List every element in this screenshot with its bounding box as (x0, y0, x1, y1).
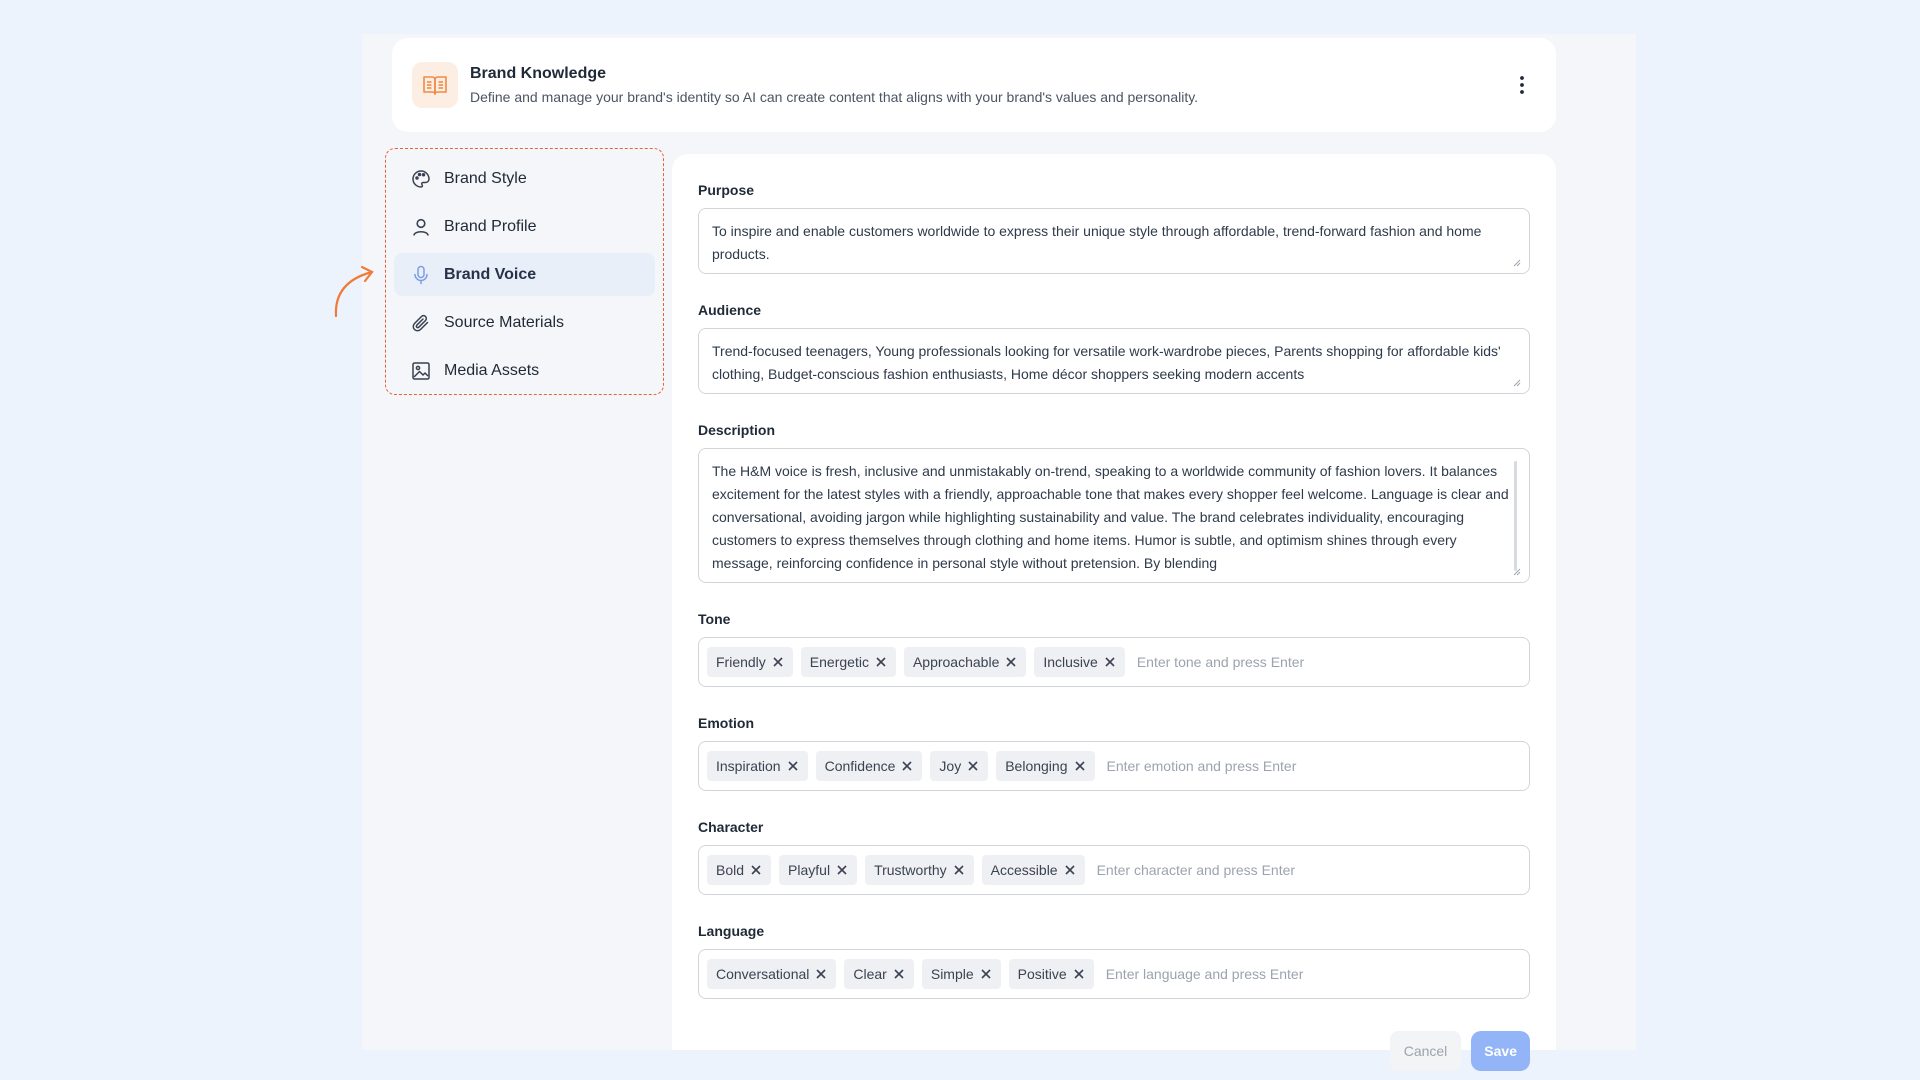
emotion-tag-field[interactable]: Inspiration Confidence Joy Belonging (698, 741, 1530, 791)
close-icon[interactable] (787, 760, 799, 772)
character-tag-field[interactable]: Bold Playful Trustworthy Accessible (698, 845, 1530, 895)
tag-label: Conversational (716, 966, 810, 982)
tag-label: Inclusive (1043, 654, 1098, 670)
tag-label: Belonging (1005, 758, 1068, 774)
microphone-icon (410, 264, 432, 286)
tag-chip: Positive (1008, 959, 1094, 989)
sidebar: Brand Style Brand Profile Brand Voice So… (385, 148, 664, 395)
tag-chip: Energetic (800, 647, 896, 677)
description-value: The H&M voice is fresh, inclusive and un… (712, 463, 1509, 571)
tag-label: Simple (930, 966, 974, 982)
character-input[interactable] (1096, 862, 1521, 878)
close-icon[interactable] (750, 864, 762, 876)
tone-input[interactable] (1136, 654, 1521, 670)
tag-chip: Bold (707, 855, 772, 885)
close-icon[interactable] (875, 656, 887, 668)
brand-voice-form: Purpose To inspire and enable customers … (672, 154, 1556, 1071)
tone-label: Tone (698, 611, 731, 627)
sidebar-item-source-materials[interactable]: Source Materials (394, 301, 655, 344)
sidebar-item-label: Brand Style (444, 169, 527, 187)
sidebar-item-label: Media Assets (444, 361, 540, 379)
resize-handle-icon[interactable] (1513, 568, 1521, 576)
tag-chip: Playful (779, 855, 858, 885)
palette-icon (410, 168, 432, 190)
user-icon (410, 216, 432, 238)
close-icon[interactable] (1074, 760, 1086, 772)
tag-chip: Inspiration (707, 751, 808, 781)
language-input[interactable] (1105, 966, 1521, 982)
sidebar-item-media-assets[interactable]: Media Assets (394, 349, 655, 392)
sidebar-item-label: Brand Voice (444, 265, 537, 283)
close-icon[interactable] (967, 760, 979, 772)
more-options-icon[interactable] (1508, 71, 1536, 99)
close-icon[interactable] (901, 760, 913, 772)
close-icon[interactable] (893, 968, 905, 980)
annotation-arrow-icon (334, 265, 374, 318)
tag-chip: Inclusive (1034, 647, 1125, 677)
close-icon[interactable] (1005, 656, 1017, 668)
tag-chip: Friendly (707, 647, 793, 677)
language-tag-field[interactable]: Conversational Clear Simple Positive (698, 949, 1530, 999)
tag-label: Positive (1017, 966, 1067, 982)
character-label: Character (698, 819, 764, 835)
tag-chip: Joy (930, 751, 989, 781)
tag-label: Inspiration (716, 758, 781, 774)
close-icon[interactable] (1064, 864, 1076, 876)
sidebar-item-brand-profile[interactable]: Brand Profile (394, 205, 655, 248)
audience-value: Trend-focused teenagers, Young professio… (712, 343, 1501, 382)
tag-chip: Clear (844, 959, 914, 989)
tag-label: Friendly (716, 654, 766, 670)
close-icon[interactable] (980, 968, 992, 980)
purpose-value: To inspire and enable customers worldwid… (712, 223, 1482, 262)
tag-label: Clear (853, 966, 887, 982)
audience-textarea[interactable]: Trend-focused teenagers, Young professio… (698, 328, 1530, 394)
resize-handle-icon[interactable] (1513, 379, 1521, 387)
tag-label: Energetic (809, 654, 869, 670)
tag-chip: Confidence (815, 751, 923, 781)
tag-chip: Conversational (707, 959, 837, 989)
tag-chip: Approachable (903, 647, 1027, 677)
tag-label: Accessible (990, 862, 1058, 878)
book-icon (412, 62, 458, 108)
tag-chip: Simple (921, 959, 1001, 989)
sidebar-item-brand-voice[interactable]: Brand Voice (394, 253, 655, 296)
emotion-input[interactable] (1106, 758, 1521, 774)
close-icon[interactable] (772, 656, 784, 668)
description-textarea[interactable]: The H&M voice is fresh, inclusive and un… (698, 448, 1530, 583)
close-icon[interactable] (1073, 968, 1085, 980)
close-icon[interactable] (953, 864, 965, 876)
close-icon[interactable] (815, 968, 827, 980)
save-button[interactable]: Save (1471, 1031, 1530, 1071)
tag-chip: Trustworthy (865, 855, 974, 885)
tag-label: Trustworthy (874, 862, 947, 878)
close-icon[interactable] (836, 864, 848, 876)
description-scrollbar[interactable] (1514, 461, 1517, 571)
paperclip-icon (410, 312, 432, 334)
sidebar-item-label: Source Materials (444, 313, 565, 331)
purpose-label: Purpose (698, 182, 755, 198)
tag-label: Confidence (824, 758, 896, 774)
purpose-textarea[interactable]: To inspire and enable customers worldwid… (698, 208, 1530, 274)
tag-label: Playful (788, 862, 831, 878)
language-label: Language (698, 923, 765, 939)
sidebar-item-brand-style[interactable]: Brand Style (394, 157, 655, 200)
resize-handle-icon[interactable] (1513, 259, 1521, 267)
image-icon (410, 360, 432, 382)
tag-chip: Belonging (996, 751, 1095, 781)
tag-label: Approachable (912, 654, 1000, 670)
tag-label: Joy (939, 758, 962, 774)
tone-tag-field[interactable]: Friendly Energetic Approachable Inclusiv… (698, 637, 1530, 687)
tag-label: Bold (716, 862, 745, 878)
page-title: Brand Knowledge (470, 65, 607, 82)
brand-knowledge-header: Brand Knowledge Define and manage your b… (392, 38, 1556, 132)
form-actions: Cancel Save (698, 1031, 1530, 1071)
description-label: Description (698, 422, 776, 438)
close-icon[interactable] (1104, 656, 1116, 668)
audience-label: Audience (698, 302, 762, 318)
sidebar-item-label: Brand Profile (444, 217, 537, 235)
page-subtitle: Define and manage your brand's identity … (470, 89, 1199, 105)
tag-chip: Accessible (981, 855, 1085, 885)
emotion-label: Emotion (698, 715, 754, 731)
cancel-button[interactable]: Cancel (1389, 1031, 1462, 1071)
